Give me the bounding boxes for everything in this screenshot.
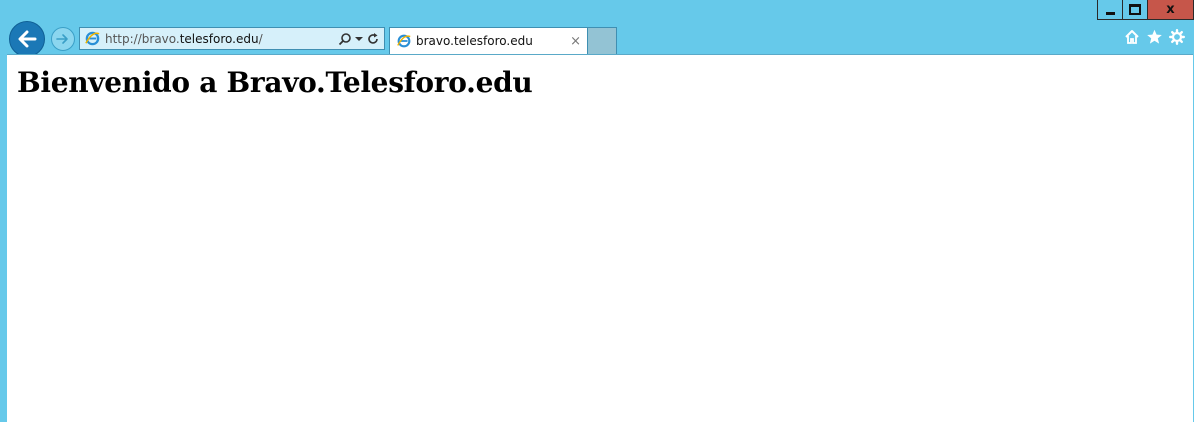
minimize-icon [1105,11,1115,15]
tab-close-icon[interactable]: × [570,34,581,49]
page-heading: Bienvenido a Bravo.Telesforo.edu [17,66,533,99]
new-tab-button[interactable] [588,27,617,54]
close-icon: x [1166,2,1175,17]
browser-toolbar-right [1124,29,1185,45]
window-controls: x [1097,0,1194,21]
search-icon[interactable] [338,32,352,46]
forward-button[interactable] [51,27,75,51]
back-button[interactable] [9,21,45,57]
address-tools [338,32,380,46]
forward-arrow-icon [56,34,68,44]
page-content: Bienvenido a Bravo.Telesforo.edu [7,54,1193,422]
refresh-icon[interactable] [366,32,380,46]
tab-active[interactable]: bravo.telesforo.edu × [389,27,588,54]
url-suffix: / [258,31,263,46]
home-icon[interactable] [1124,29,1140,45]
maximize-button[interactable] [1122,0,1148,20]
minimize-button[interactable] [1097,0,1123,20]
url-prefix: http://bravo. [105,31,180,46]
close-window-button[interactable]: x [1147,0,1194,20]
url-domain: telesforo.edu [179,31,259,46]
dropdown-icon[interactable] [355,36,363,42]
back-arrow-icon [18,30,37,48]
url-text[interactable]: http://bravo.telesforo.edu/ [105,32,263,46]
ie-page-icon [85,31,100,46]
address-bar[interactable]: http://bravo.telesforo.edu/ [79,27,385,50]
settings-gear-icon[interactable] [1169,29,1185,45]
tab-title: bravo.telesforo.edu [416,34,533,48]
maximize-icon [1129,4,1141,15]
ie-tab-icon [397,34,411,48]
favorites-star-icon[interactable] [1146,29,1163,45]
